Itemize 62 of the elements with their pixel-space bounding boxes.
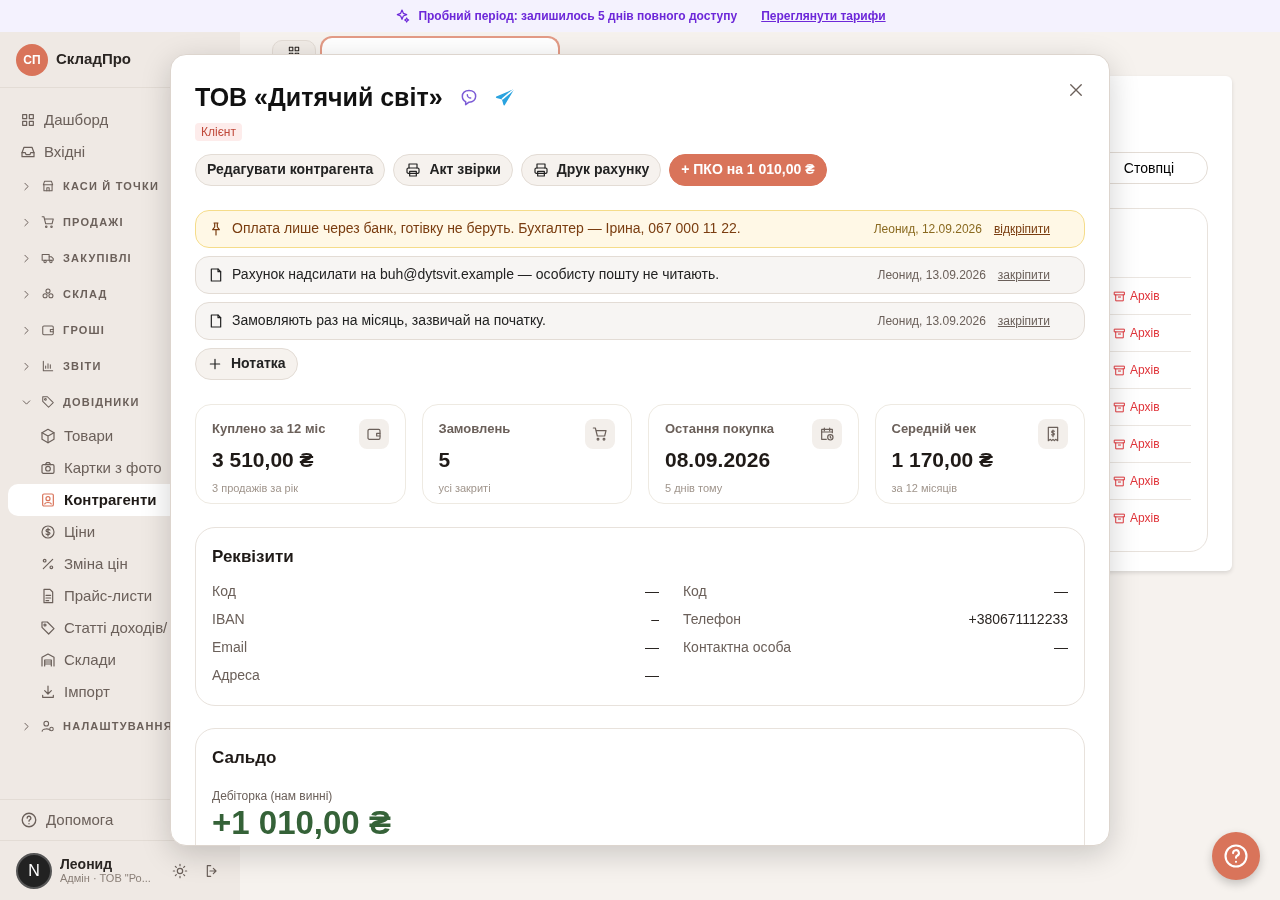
print-button[interactable]: Акт звірки xyxy=(393,153,513,186)
field-value: +380671112233 xyxy=(968,609,1068,629)
trial-notice: Пробний період: залишилось 5 днів повного доступу xyxy=(418,8,738,25)
field-value: — xyxy=(644,665,659,685)
balance-amount: +1 010,00 ₴ xyxy=(212,804,392,841)
user-role: Адмін · ТОВ "Ро... xyxy=(60,872,152,886)
logo: СП xyxy=(16,43,48,76)
sidebar-group[interactable]: НАЛАШТУВАННЯ xyxy=(0,708,240,744)
stat-value: 3 510,00 ₴ xyxy=(212,447,315,473)
field-value: — xyxy=(644,637,659,657)
archive-link[interactable]: Архів xyxy=(1113,509,1191,527)
pin-toggle-link[interactable]: закріпити xyxy=(997,265,1050,284)
brand-name: СкладПро xyxy=(56,49,132,70)
stat-value: 5 xyxy=(438,447,452,473)
pin-toggle-link[interactable]: закріпити xyxy=(997,311,1050,330)
print-button[interactable]: Друк рахунку xyxy=(520,153,662,186)
user-name: Леонид xyxy=(60,855,114,873)
edit-button[interactable]: Редагувати контрагента xyxy=(195,153,386,186)
field-label: Код xyxy=(212,581,236,601)
sidebar-group[interactable]: ДОВІДНИКИ xyxy=(0,384,240,420)
note-text: Замовляють раз на місяць, зазвичай на початку. xyxy=(232,311,547,330)
dialog-title: ТОВ «Дитячий світ» xyxy=(195,82,443,113)
sidebar-item[interactable]: Ціни xyxy=(8,516,232,548)
stat-value: 1 170,00 ₴ xyxy=(891,447,994,473)
stat-label: Середній чек xyxy=(891,419,977,438)
note-meta: Леонид, 13.09.2026 xyxy=(877,266,986,284)
section-title: Сальдо xyxy=(212,747,278,769)
stat-note: 5 днів тому xyxy=(665,480,724,496)
archive-link[interactable]: Архів xyxy=(1113,324,1191,342)
pin-toggle-link[interactable]: відкріпити xyxy=(993,219,1050,238)
section-title: Реквізити xyxy=(212,545,295,568)
stat-note: за 12 місяців xyxy=(891,480,959,496)
archive-link[interactable]: Архів xyxy=(1113,398,1191,416)
field-value: — xyxy=(1054,637,1068,657)
archive-link[interactable]: Архів xyxy=(1113,361,1191,379)
note-meta: Леонид, 12.09.2026 xyxy=(873,220,982,238)
archive-link[interactable]: Архів xyxy=(1113,287,1191,305)
field-label: Адреса xyxy=(212,665,260,685)
archive-link[interactable]: Архів xyxy=(1113,472,1191,490)
field-label: Контактна особа xyxy=(682,637,791,657)
field-value: — xyxy=(644,581,659,601)
field-value: — xyxy=(1054,581,1068,601)
field-value: – xyxy=(651,609,659,629)
cash-receipt-button[interactable]: + ПКО на 1 010,00 ₴ xyxy=(669,153,827,186)
field-label: Email xyxy=(212,637,247,657)
stat-value: 08.09.2026 xyxy=(665,447,772,473)
client-badge: Клієнт xyxy=(195,122,242,141)
field-label: IBAN xyxy=(212,609,245,629)
archive-link[interactable]: Архів xyxy=(1113,435,1191,453)
note-text: Оплата лише через банк, готівку не беруть. Бухгалтер — Ірина, 067 000 11 22. xyxy=(232,219,742,238)
stat-label: Остання покупка xyxy=(665,419,774,438)
add-note-button[interactable]: Нотатка xyxy=(195,347,298,380)
stat-note: усі закриті xyxy=(438,480,492,496)
balance-label: Дебіторка (нам винні) xyxy=(212,787,334,805)
view-plans-link[interactable]: Переглянути тарифи xyxy=(761,7,886,25)
field-label: Код xyxy=(682,581,707,601)
user-avatar: N xyxy=(16,852,52,889)
note-text: Рахунок надсилати на buh@dytsvit.example — особисту пошту не читають. xyxy=(232,265,721,284)
stat-label: Куплено за 12 міс xyxy=(212,419,326,438)
field-label: Телефон xyxy=(682,609,741,629)
note-meta: Леонид, 13.09.2026 xyxy=(877,312,986,330)
stat-label: Замовлень xyxy=(438,419,511,438)
